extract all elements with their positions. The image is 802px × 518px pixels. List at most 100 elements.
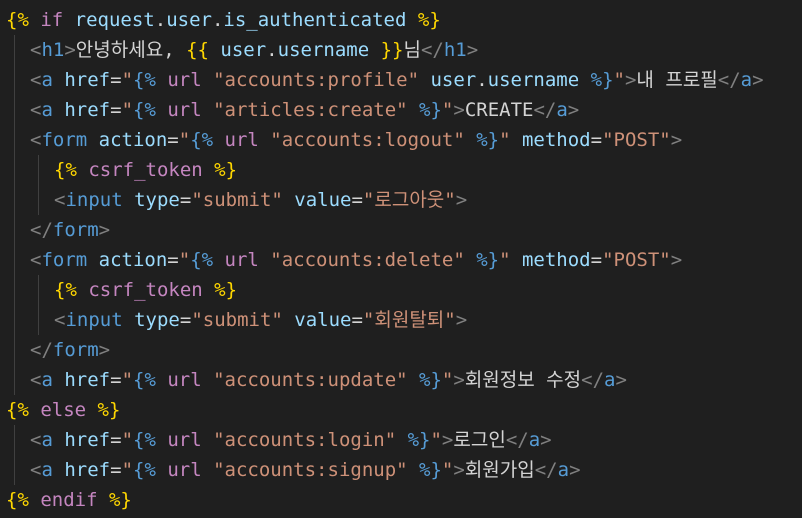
indent-guide [38,155,39,215]
code-token: %} [419,99,442,121]
code-line[interactable]: <a href="{% url "accounts:update" %}">회원… [30,365,627,395]
code-token: < [30,429,42,451]
code-line[interactable]: <form action="{% url "accounts:logout" %… [30,125,682,155]
code-token: %} [202,159,238,181]
code-token: = [110,69,122,91]
code-editor[interactable]: {% if request.user.is_authenticated %} < h… [0,0,802,518]
code-line[interactable]: </form> [30,215,110,245]
code-token: url [224,129,271,151]
code-token: {% [133,69,168,91]
code-token: < [30,69,42,91]
code-line[interactable]: <a href="{% url "accounts:profile" user.… [30,65,764,95]
code-token: h1 [443,39,467,61]
code-token: user [220,39,267,61]
code-line[interactable]: <input type="submit" value="로그아웃"> [54,185,467,215]
code-line[interactable]: <h1>안녕하세요, {{ user.username }}님</h1> [30,35,478,65]
code-token: " [121,69,134,91]
code-token: " [178,249,191,271]
code-token: a [41,369,65,391]
code-token: = [167,249,179,271]
code-token: > [615,369,627,391]
code-token: user [430,69,477,91]
code-token: > [453,369,465,391]
code-token: > [624,69,637,91]
code-token: {% [133,369,168,391]
code-token: {% [190,249,225,271]
code-token: = [110,429,122,451]
code-line[interactable]: <a href="{% url "articles:create" %}">CR… [30,95,579,125]
code-token: " [441,369,454,391]
code-line[interactable]: </form> [30,335,110,365]
code-token: endif [40,489,98,511]
code-token: > [567,99,580,121]
code-token: " [499,249,522,271]
code-token: " [499,129,522,151]
code-token: = [110,99,122,121]
code-line[interactable]: <a href="{% url "accounts:login" %}">로그인… [30,425,552,455]
code-token: " [441,459,454,481]
code-token: else [40,399,87,421]
code-token: </ [30,339,53,361]
code-token: {% [6,9,41,31]
code-line[interactable]: <input type="submit" value="회원탈퇴"> [54,305,467,335]
code-token: %} [407,429,431,451]
code-token: </ [534,459,558,481]
code-token: href [64,459,111,481]
code-token: < [30,39,42,61]
code-line[interactable]: {% csrf_token %} [54,275,237,305]
code-token: href [64,369,111,391]
code-token: "accounts:profile" [213,69,431,91]
code-token: " [121,459,134,481]
code-token: . [211,9,224,31]
code-token: > [453,99,465,121]
code-token: a [41,69,65,91]
code-line[interactable]: <a href="{% url "accounts:signup" %}">회원… [30,455,581,485]
code-token: = [351,309,363,331]
code-token: {{ [186,39,221,61]
code-token: {% [133,99,168,121]
code-line[interactable]: {% endif %} [6,485,132,515]
code-token: > [441,429,454,451]
code-token: a [740,69,753,91]
code-token: a [41,429,65,451]
code-line[interactable]: {% csrf_token %} [54,155,237,185]
code-token: 회원가입 [464,459,535,481]
code-token: %} [406,9,441,31]
code-token: {% [133,429,168,451]
code-token: {% [6,399,41,421]
code-token: form [41,129,99,151]
code-token: url [224,249,271,271]
code-token: href [64,429,111,451]
indent-guide [14,35,15,395]
code-token: </ [717,69,741,91]
code-token: action [98,249,168,271]
code-line[interactable]: <form action="{% url "accounts:delete" %… [30,245,682,275]
code-token: request [74,9,155,31]
code-token: = [179,309,192,331]
code-token: < [30,99,42,121]
code-token: form [52,219,99,241]
code-token: </ [533,99,557,121]
code-token: = [351,189,363,211]
code-token: . [154,9,167,31]
code-token: 회원정보 수정 [464,369,582,391]
code-token: csrf_token [88,279,203,301]
code-line[interactable]: {% if request.user.is_authenticated %} [6,5,441,35]
code-token: "submit" [191,309,295,331]
code-token: {% [6,489,41,511]
code-token: url [167,69,214,91]
code-token: CREATE [464,99,534,121]
code-token: %} [419,369,442,391]
code-token: > [569,459,581,481]
code-token: </ [30,219,53,241]
code-token: username [487,69,580,91]
code-token: "회원탈퇴" [362,309,456,331]
code-token: if [40,9,75,31]
code-line[interactable]: {% else %} [6,395,120,425]
code-token: {% [190,129,225,151]
code-token: value [294,189,352,211]
code-token: %} [579,69,614,91]
code-token: </ [505,429,529,451]
code-token: %} [476,129,500,151]
code-token: = [167,129,179,151]
